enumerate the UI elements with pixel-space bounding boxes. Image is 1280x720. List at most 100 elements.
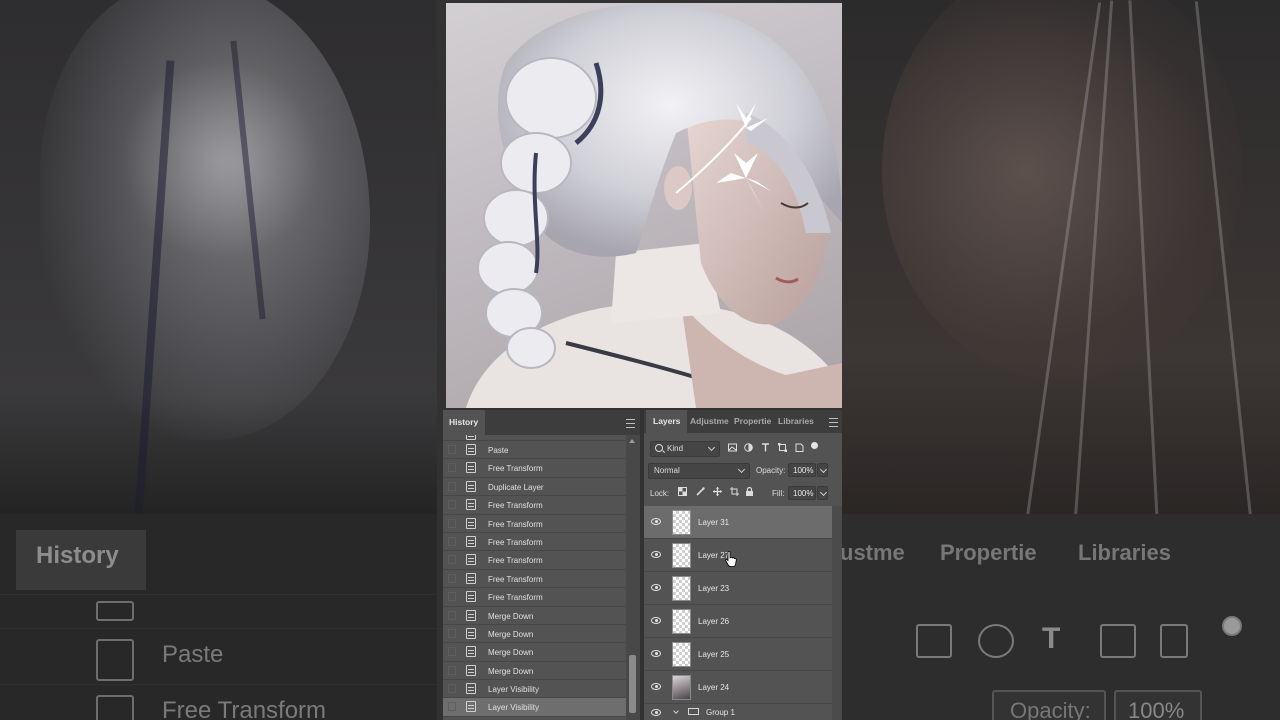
tab-history[interactable]: History	[443, 410, 485, 435]
eye-icon[interactable]	[651, 650, 661, 657]
snapshot-checkbox[interactable]	[448, 555, 456, 565]
fill-label: Fill:	[772, 489, 785, 498]
layers-scrollbar[interactable]	[832, 506, 842, 720]
shape-layer-filter-icon[interactable]	[778, 443, 787, 452]
snapshot-checkbox[interactable]	[448, 647, 456, 657]
history-scrollbar[interactable]	[626, 435, 640, 720]
snapshot-checkbox[interactable]	[448, 463, 456, 473]
document-canvas[interactable]	[446, 3, 842, 408]
history-item[interactable]: Merge Down	[443, 643, 626, 662]
panel-menu-icon[interactable]	[829, 418, 838, 427]
filter-toggle-icon[interactable]	[811, 442, 818, 449]
opacity-input[interactable]: 100%	[788, 463, 816, 477]
snapshot-checkbox[interactable]	[448, 500, 456, 510]
history-item[interactable]: Free Transform	[443, 588, 626, 607]
fill-input[interactable]: 100%	[788, 486, 816, 500]
layer-row[interactable]: Layer 24	[644, 671, 832, 704]
history-panel-header: History	[443, 410, 640, 435]
history-state-icon	[466, 591, 476, 603]
snapshot-checkbox[interactable]	[448, 536, 456, 546]
layer-name[interactable]: Layer 31	[698, 518, 729, 527]
snapshot-checkbox[interactable]	[448, 628, 456, 638]
hair-bun-blur	[120, 60, 320, 260]
layer-thumbnail[interactable]	[672, 609, 691, 634]
history-item-label: Free Transform	[488, 556, 543, 566]
layer-name[interactable]: Layer 25	[698, 650, 729, 659]
layer-thumbnail[interactable]	[672, 510, 691, 535]
history-item[interactable]: Free Transform	[443, 570, 626, 589]
layer-thumbnail[interactable]	[672, 543, 691, 568]
snapshot-checkbox[interactable]	[448, 445, 456, 454]
eye-icon[interactable]	[651, 518, 661, 525]
tab-adjustments[interactable]: Adjustme	[690, 410, 730, 433]
lock-position-icon[interactable]	[713, 487, 722, 496]
history-item-label: Layer Visibility	[488, 703, 539, 713]
eye-icon[interactable]	[651, 683, 661, 690]
blend-mode-select[interactable]: Normal	[648, 463, 750, 479]
eye-icon[interactable]	[651, 617, 661, 624]
layer-name[interactable]: Layer 26	[698, 617, 729, 626]
panel-menu-icon[interactable]	[626, 419, 635, 428]
history-item-current[interactable]: Layer Visibility	[443, 698, 626, 717]
blend-mode-value: Normal	[654, 466, 680, 475]
smart-object-filter-icon[interactable]	[795, 443, 804, 452]
snapshot-checkbox[interactable]	[448, 665, 456, 675]
layer-name[interactable]: Layer 23	[698, 584, 729, 593]
layer-row[interactable]: Layer 31	[644, 506, 832, 539]
eye-icon[interactable]	[651, 709, 661, 716]
layer-thumbnail[interactable]	[672, 642, 691, 667]
group-name[interactable]: Group 1	[706, 708, 735, 717]
scroll-up-arrow-icon[interactable]	[629, 439, 635, 443]
expand-arrow-icon[interactable]	[673, 708, 679, 714]
snapshot-checkbox[interactable]	[448, 592, 456, 602]
opacity-slider-toggle[interactable]	[817, 463, 828, 477]
layer-row[interactable]: Layer 23	[644, 572, 832, 605]
history-item[interactable]: Free Transform	[443, 459, 626, 478]
tab-properties[interactable]: Propertie	[734, 410, 772, 433]
zoomed-opacity-value: 100%	[1128, 698, 1185, 720]
layer-thumbnail[interactable]	[672, 576, 691, 601]
history-item-label: Paste	[488, 446, 509, 455]
scrollbar-thumb[interactable]	[629, 655, 636, 713]
lock-image-pixels-icon[interactable]	[696, 487, 705, 496]
lock-all-icon[interactable]	[745, 487, 754, 496]
layer-row[interactable]: Layer 26	[644, 605, 832, 638]
history-item[interactable]: Free Transform	[443, 551, 626, 570]
tab-layers[interactable]: Layers	[646, 410, 688, 433]
layer-filter-kind-select[interactable]: Kind	[650, 441, 720, 457]
eye-icon[interactable]	[651, 584, 661, 591]
type-filter-icon: T	[1042, 622, 1061, 655]
fill-slider-toggle[interactable]	[817, 486, 828, 500]
history-item[interactable]: Merge Down	[443, 625, 626, 644]
snapshot-checkbox[interactable]	[448, 518, 456, 528]
history-item-label: Merge Down	[488, 629, 534, 639]
snapshot-checkbox[interactable]	[448, 573, 456, 583]
lock-artboard-icon[interactable]	[730, 487, 739, 496]
artwork-illustration	[466, 3, 842, 408]
snapshot-checkbox[interactable]	[448, 684, 456, 694]
group-row[interactable]: Group 1	[644, 704, 832, 720]
history-item[interactable]: Merge Down	[443, 607, 626, 625]
snapshot-checkbox[interactable]	[448, 481, 456, 491]
history-item[interactable]: Free Transform	[443, 496, 626, 515]
tab-libraries[interactable]: Libraries	[778, 410, 814, 433]
lock-transparent-pixels-icon[interactable]	[678, 487, 687, 496]
type-layer-filter-icon[interactable]	[761, 443, 770, 452]
eye-icon[interactable]	[651, 551, 661, 558]
layer-row[interactable]: Layer 27	[644, 539, 832, 572]
adjustment-layer-filter-icon[interactable]	[744, 443, 753, 452]
history-state-icon	[466, 462, 476, 474]
folder-icon	[688, 708, 699, 715]
pixel-layer-filter-icon[interactable]	[728, 443, 737, 452]
history-item[interactable]: Free Transform	[443, 533, 626, 552]
layer-row[interactable]: Layer 25	[644, 638, 832, 671]
snapshot-checkbox[interactable]	[448, 610, 456, 620]
history-item[interactable]: Duplicate Layer	[443, 478, 626, 497]
layer-thumbnail[interactable]	[672, 675, 691, 700]
history-item[interactable]: Paste	[443, 441, 626, 460]
history-item[interactable]: Merge Down	[443, 662, 626, 681]
history-item[interactable]: Layer Visibility	[443, 680, 626, 699]
layer-name[interactable]: Layer 24	[698, 683, 729, 692]
history-item[interactable]: Free Transform	[443, 515, 626, 533]
snapshot-checkbox[interactable]	[448, 702, 456, 712]
